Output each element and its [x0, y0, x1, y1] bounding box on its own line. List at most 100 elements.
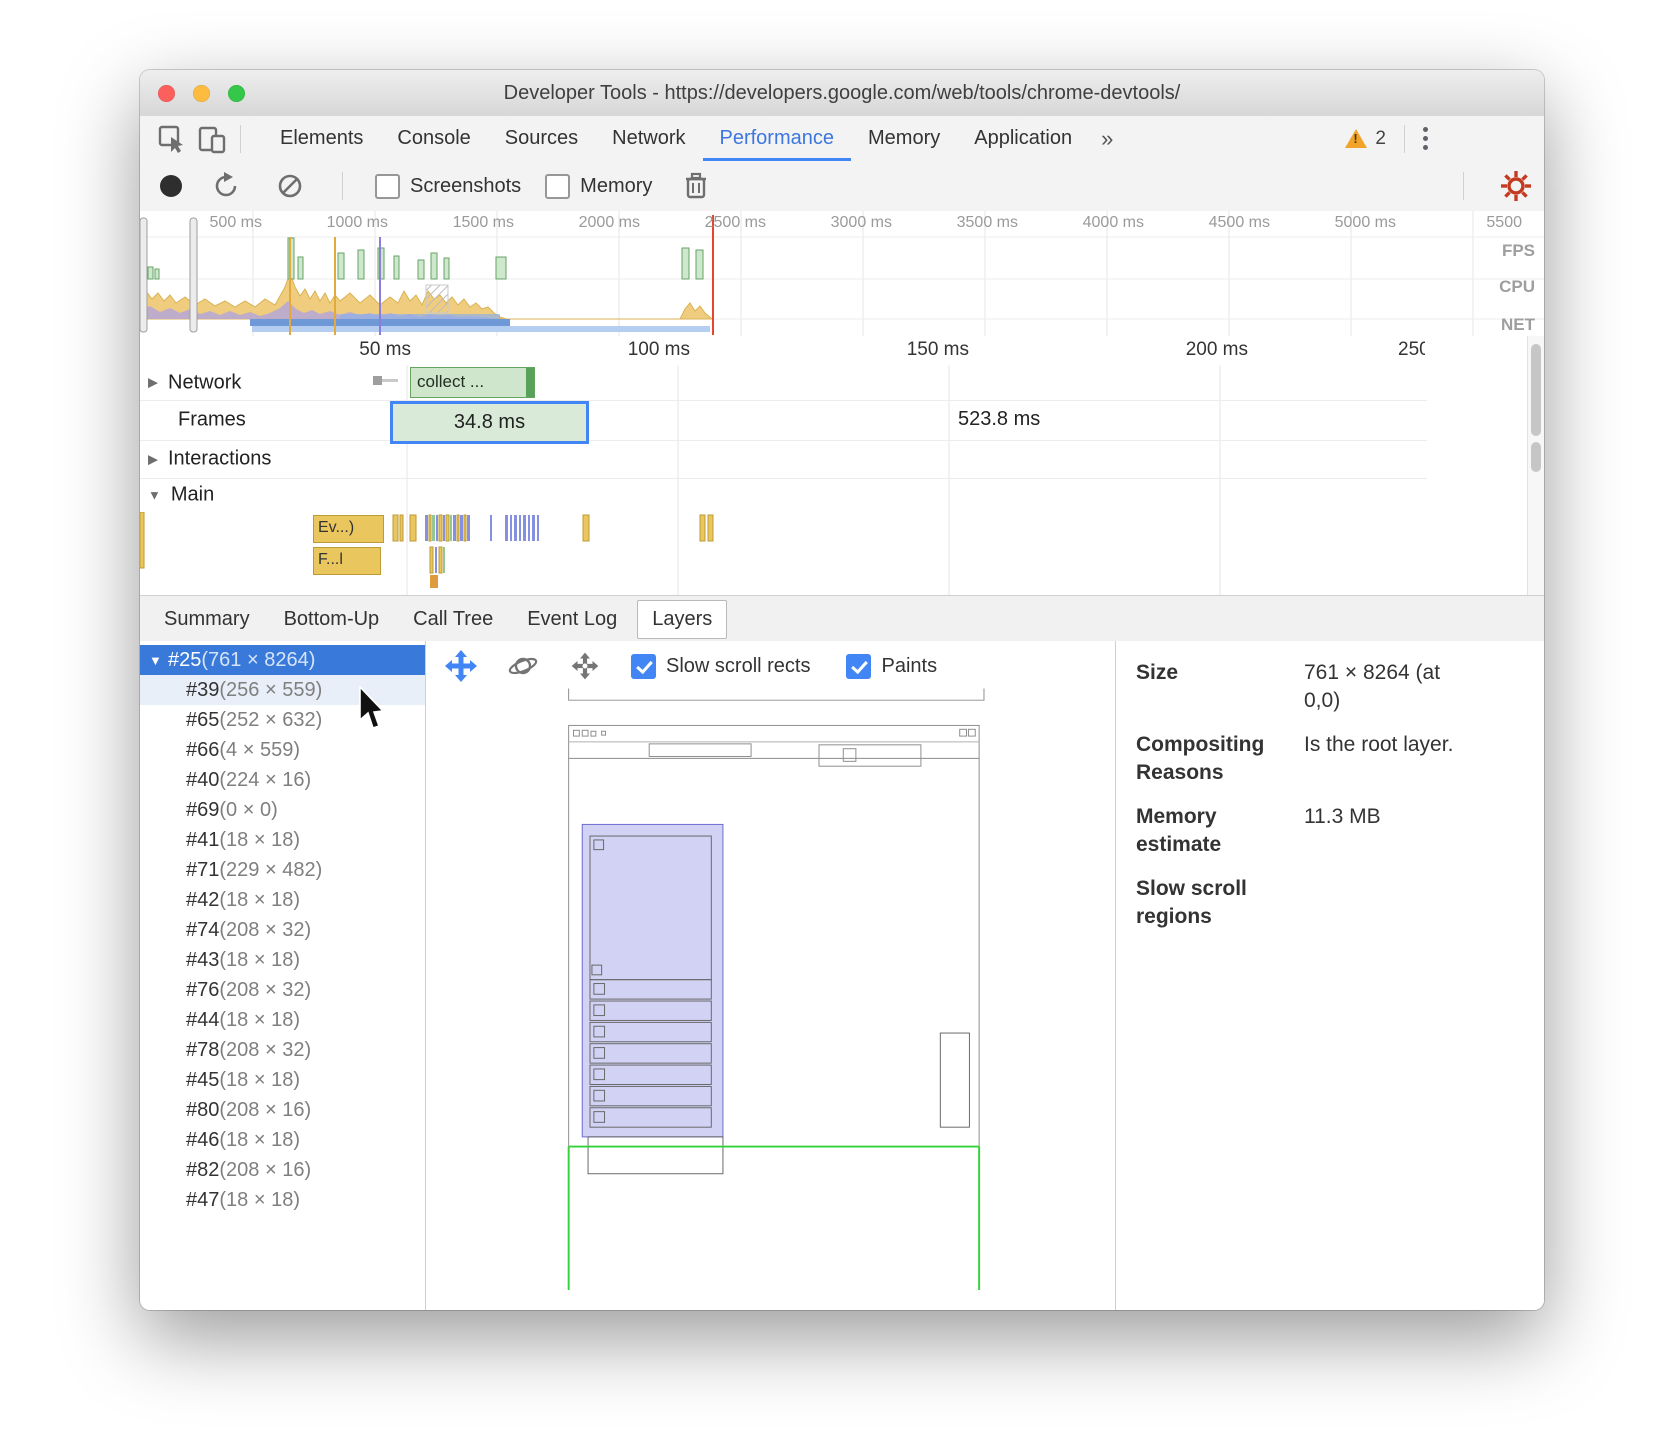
expand-triangle-icon[interactable]: ▼ — [149, 653, 162, 668]
layer-tree-item[interactable]: #74 (208 × 32) — [140, 915, 425, 945]
detail-tab[interactable]: Event Log — [513, 601, 631, 638]
devtools-menu-button[interactable] — [1423, 127, 1428, 150]
rotate-mode-icon[interactable] — [503, 648, 543, 684]
overview-tick-label: 5500 — [1400, 211, 1526, 232]
slow-scroll-rects-checkbox[interactable]: Slow scroll rects — [631, 654, 810, 679]
panel-tab[interactable]: Elements — [263, 116, 380, 161]
scrollbar-thumb[interactable] — [1531, 442, 1541, 472]
settings-gear-icon[interactable] — [1496, 168, 1536, 204]
layer-tree-item[interactable]: #69 (0 × 0) — [140, 795, 425, 825]
device-toolbar-icon[interactable] — [192, 121, 232, 157]
checkbox-unchecked-icon — [375, 174, 400, 199]
main-track-label[interactable]: ▼ Main — [148, 484, 214, 507]
expanded-triangle-icon[interactable]: ▼ — [148, 488, 161, 503]
layer-id: #40 — [186, 769, 219, 792]
layer-tree-item[interactable]: #82 (208 × 16) — [140, 1155, 425, 1185]
overview-tick-label: 2500 ms — [644, 211, 770, 232]
toolbar-separator — [342, 172, 343, 200]
pan-mode-icon[interactable] — [441, 648, 481, 684]
memory-checkbox[interactable]: Memory — [545, 174, 652, 199]
layer-id: #25 — [168, 649, 201, 672]
panel-tab[interactable]: Network — [595, 116, 702, 161]
ruler-tick-label-clipped: 250 ms — [1398, 339, 1425, 361]
window-titlebar[interactable]: Developer Tools - https://developers.goo… — [140, 70, 1544, 117]
layer-tree-item[interactable]: #44 (18 × 18) — [140, 1005, 425, 1035]
record-button[interactable] — [160, 175, 182, 197]
layer-tree-item[interactable]: ▼ #25 (761 × 8264) — [140, 645, 425, 675]
layer-detail-row: Size 761 × 8264 (at 0,0) — [1136, 659, 1544, 715]
main-track[interactable]: ▼ Main — [140, 478, 1427, 512]
panel-tab[interactable]: Console — [380, 116, 487, 161]
network-request-bar[interactable]: collect ... — [410, 367, 535, 398]
overview-tick-label: 3500 ms — [896, 211, 1022, 232]
ruler-tick-label: 200 ms — [977, 336, 1256, 365]
collapsed-triangle-icon[interactable]: ▶ — [148, 451, 158, 467]
timeline-overview[interactable]: 500 ms1000 ms1500 ms2000 ms2500 ms3000 m… — [140, 211, 1544, 337]
layer-tree-item[interactable]: #42 (18 × 18) — [140, 885, 425, 915]
interactions-track[interactable]: ▶ Interactions — [140, 440, 1427, 479]
layer-tree-item[interactable]: #45 (18 × 18) — [140, 1065, 425, 1095]
close-window-button[interactable] — [158, 85, 175, 102]
layer-id: #65 — [186, 709, 219, 732]
function-call-flame-bar[interactable]: F...l — [313, 547, 381, 575]
more-tabs-button[interactable]: » — [1089, 116, 1125, 161]
layer-size: (18 × 18) — [219, 889, 300, 912]
frames-track[interactable]: Frames 34.8 ms 523.8 ms — [140, 400, 1427, 441]
detail-value: 11.3 MB — [1304, 803, 1454, 859]
layer-id: #45 — [186, 1069, 219, 1092]
zoom-window-button[interactable] — [228, 85, 245, 102]
reload-and-record-icon[interactable] — [206, 168, 246, 204]
network-track[interactable]: ▶ Network collect ... — [140, 365, 1427, 401]
layer-tree-item[interactable]: #76 (208 × 32) — [140, 975, 425, 1005]
main-flame-chart[interactable]: Ev...) F...l — [140, 512, 1427, 595]
panel-tab[interactable]: Memory — [851, 116, 957, 161]
toolbar-separator — [1463, 172, 1464, 200]
layer-size: (229 × 482) — [219, 859, 322, 882]
detail-tab[interactable]: Summary — [150, 601, 264, 638]
layer-tree-item[interactable]: #41 (18 × 18) — [140, 825, 425, 855]
ruler-tick-label: 100 ms — [419, 336, 698, 365]
overview-tick-label: 1000 ms — [266, 211, 392, 232]
screenshots-checkbox[interactable]: Screenshots — [375, 174, 521, 199]
timeline-scrollbar[interactable] — [1527, 336, 1544, 595]
layer-tree-item[interactable]: #78 (208 × 32) — [140, 1035, 425, 1065]
panel-tab[interactable]: Application — [957, 116, 1089, 161]
layer-tree-item[interactable]: #71 (229 × 482) — [140, 855, 425, 885]
overview-tick-label: 500 ms — [140, 211, 266, 232]
overview-tick-label: 4500 ms — [1148, 211, 1274, 232]
devtools-window: Developer Tools - https://developers.goo… — [140, 70, 1544, 1310]
minimize-window-button[interactable] — [193, 85, 210, 102]
layer-tree-item[interactable]: #43 (18 × 18) — [140, 945, 425, 975]
layer-tree-item[interactable]: #40 (224 × 16) — [140, 765, 425, 795]
clear-recording-icon[interactable] — [270, 168, 310, 204]
detail-tab[interactable]: Call Tree — [399, 601, 507, 638]
layer-id: #47 — [186, 1189, 219, 1212]
panel-tab[interactable]: Sources — [488, 116, 595, 161]
layers-3d-view[interactable]: Slow scroll rects Paints — [426, 641, 1116, 1310]
collapsed-triangle-icon[interactable]: ▶ — [148, 375, 158, 391]
network-track-label[interactable]: ▶ Network — [148, 371, 241, 394]
trash-icon[interactable] — [676, 168, 716, 204]
layer-wireframe-scene[interactable] — [426, 641, 1115, 1290]
console-warnings-indicator[interactable]: 2 — [1345, 128, 1386, 150]
layer-tree-item[interactable]: #80 (208 × 16) — [140, 1095, 425, 1125]
inspect-element-icon[interactable] — [152, 121, 192, 157]
layer-tree-item[interactable]: #46 (18 × 18) — [140, 1125, 425, 1155]
event-flame-bar[interactable]: Ev...) — [313, 515, 384, 543]
layer-size: (208 × 16) — [219, 1159, 311, 1182]
panel-tab[interactable]: Performance — [703, 116, 852, 161]
selected-frame[interactable]: 34.8 ms — [390, 401, 589, 444]
detail-tab[interactable]: Bottom-Up — [270, 601, 394, 638]
layer-tree-item[interactable]: #47 (18 × 18) — [140, 1185, 425, 1215]
window-title: Developer Tools - https://developers.goo… — [504, 82, 1181, 105]
detail-value: 761 × 8264 (at 0,0) — [1304, 659, 1454, 715]
detail-tab[interactable]: Layers — [637, 600, 727, 639]
reset-view-icon[interactable] — [565, 648, 605, 684]
layer-id: #46 — [186, 1129, 219, 1152]
layer-size: (252 × 632) — [219, 709, 322, 732]
layer-size: (256 × 559) — [219, 679, 322, 702]
scrollbar-thumb[interactable] — [1531, 344, 1541, 436]
interactions-track-label[interactable]: ▶ Interactions — [148, 448, 271, 471]
paints-checkbox[interactable]: Paints — [846, 654, 937, 679]
layer-tree-item[interactable]: #66 (4 × 559) — [140, 735, 425, 765]
